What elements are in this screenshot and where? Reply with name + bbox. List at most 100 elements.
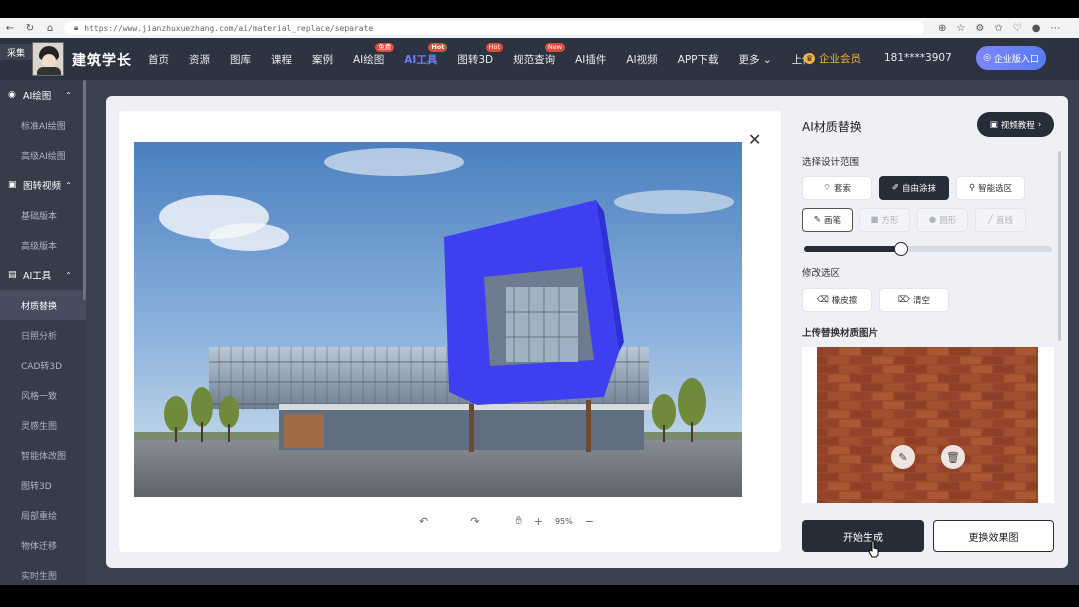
extension-icon[interactable]: ⚙ xyxy=(975,23,984,34)
palette-icon: ◉ xyxy=(8,90,16,100)
square-icon: ■ xyxy=(870,215,879,225)
video-tutorial-label: 视频教程 xyxy=(1000,120,1035,131)
scope-row-btn-2[interactable]: ⚲ 智能选区 xyxy=(956,176,1025,200)
sidebar-item[interactable]: 标准AI绘图 xyxy=(0,110,86,140)
panel-scrollbar[interactable] xyxy=(1058,151,1061,341)
button-label: 自由涂抹 xyxy=(902,184,937,194)
scope-label: 选择设计范围 xyxy=(802,157,860,168)
nav-item-4[interactable]: 案例 xyxy=(312,52,333,67)
nav-item-label: 图库 xyxy=(230,53,251,66)
sidebar-group-1[interactable]: ▣ 图转视频 ⌃ xyxy=(0,170,86,200)
sidebar-item[interactable]: 图转3D xyxy=(0,470,86,500)
hand-icon[interactable]: ✋︎ xyxy=(515,514,521,528)
enterprise-button[interactable]: ◎ 企业版入口 xyxy=(976,46,1046,70)
nav-item-5[interactable]: AI绘图 免费 xyxy=(353,42,395,67)
star-icon[interactable]: ☆ xyxy=(956,23,965,34)
nav-item-12[interactable]: 更多 ⌄ xyxy=(739,52,772,67)
close-icon[interactable]: ✕ xyxy=(748,130,761,149)
sidebar-item[interactable]: 局部重绘 xyxy=(0,500,86,530)
sidebar-item[interactable]: 风格一致 xyxy=(0,380,86,410)
sidebar-item[interactable]: 灵感生图 xyxy=(0,410,86,440)
nav-item-2[interactable]: 图库 xyxy=(230,52,251,67)
tool-card: ✕ ↶ ↷ ✋︎ + 95% − AI材质替换 ▣ 视频教程 › 选择设计范围 … xyxy=(106,96,1068,568)
generate-button[interactable]: 开始生成 xyxy=(802,520,924,552)
nav-item-9[interactable]: AI插件 xyxy=(575,52,606,67)
zoom-out-icon[interactable]: − xyxy=(585,515,594,528)
nav-item-10[interactable]: AI视频 xyxy=(626,52,657,67)
nav-item-7[interactable]: 图转3D Hot xyxy=(457,42,504,67)
texture-preview[interactable]: ✎ 🗑︎ xyxy=(802,347,1054,503)
zoom-icon[interactable]: ⊕ xyxy=(938,23,946,34)
top-nav: 首页 资源 图库 课程 案例 AI绘图 免费 AI工具 Hot 图转3D Hot 规范查询 New AI插… xyxy=(148,38,833,80)
nav-item-8[interactable]: 规范查询 New xyxy=(513,42,566,67)
sidebar-item[interactable]: 智能体改图 xyxy=(0,440,86,470)
sidebar-item[interactable]: 实时生图 xyxy=(0,560,86,585)
nav-item-11[interactable]: APP下载 xyxy=(678,52,719,67)
trash-icon[interactable]: 🗑︎ xyxy=(941,445,965,469)
sidebar-item[interactable]: 基础版本 xyxy=(0,200,86,230)
nav-item-label: 课程 xyxy=(271,53,292,66)
enterprise-icon: ◎ xyxy=(983,53,991,63)
brand-logo[interactable]: 建筑学长 xyxy=(72,50,132,70)
nav-item-6[interactable]: AI工具 Hot xyxy=(404,42,448,67)
scope-row-btn-1[interactable]: ✐ 自由涂抹 xyxy=(879,176,949,200)
nav-item-label: 图转3D xyxy=(457,53,494,66)
nav-item-1[interactable]: 资源 xyxy=(189,52,210,67)
redo-icon[interactable]: ↷ xyxy=(470,515,479,528)
nav-item-0[interactable]: 首页 xyxy=(148,52,169,67)
scope-row-btn-0[interactable]: ⌔ 套索 xyxy=(802,176,872,200)
brush-row-btn-2[interactable]: ● 圆形 xyxy=(917,208,968,232)
modify-row-btn-1[interactable]: ⌦ 清空 xyxy=(879,288,949,312)
member-link[interactable]: ♛ 企业会员 xyxy=(804,51,861,66)
sidebar-item[interactable]: 日照分析 xyxy=(0,320,86,350)
nav-badge: Hot xyxy=(485,42,504,52)
shield-icon[interactable]: ♡ xyxy=(1013,23,1022,34)
refresh-icon[interactable]: ↻ xyxy=(24,23,36,34)
brush-size-slider[interactable] xyxy=(804,242,1052,256)
avatar[interactable] xyxy=(32,42,64,76)
sidebar-item[interactable]: 高级AI绘图 xyxy=(0,140,86,170)
sidebar-item[interactable]: 物体迁移 xyxy=(0,530,86,560)
undo-icon[interactable]: ↶ xyxy=(419,515,428,528)
video-tutorial-button[interactable]: ▣ 视频教程 › xyxy=(977,112,1054,137)
site-header: 采集 建筑学长 首页 资源 图库 课程 案例 AI绘图 免费 AI工具 Hot 图转3D Hot 规范… xyxy=(0,38,1079,80)
hand-cursor-icon xyxy=(868,540,879,558)
home-icon[interactable]: ⌂ xyxy=(44,23,56,34)
swap-render-button[interactable]: 更换效果图 xyxy=(933,520,1054,552)
nav-item-label: AI视频 xyxy=(626,53,658,66)
back-icon[interactable]: ← xyxy=(4,23,16,34)
nav-item-label: 首页 xyxy=(148,53,169,66)
sidebar-item[interactable]: CAD转3D xyxy=(0,350,86,380)
brush-row-btn-3[interactable]: ╱ 直线 xyxy=(975,208,1026,232)
sidebar-item[interactable]: 高级版本 xyxy=(0,230,86,260)
favorites-icon[interactable]: ✩ xyxy=(994,23,1002,34)
profile-icon[interactable]: ● xyxy=(1032,23,1041,34)
nav-item-label: 案例 xyxy=(312,53,333,66)
modify-row-btn-0[interactable]: ⌫ 橡皮擦 xyxy=(802,288,872,312)
brush-row-btn-0[interactable]: ✎ 画笔 xyxy=(802,208,853,232)
zoom-in-icon[interactable]: + xyxy=(534,515,543,528)
button-label: 直线 xyxy=(996,216,1014,226)
sidebar-group-0[interactable]: ◉ AI绘图 ⌃ xyxy=(0,80,86,110)
url-text: https://www.jianzhuxuezhang.com/ai/mater… xyxy=(84,23,374,33)
member-label: 企业会员 xyxy=(819,53,861,65)
edit-icon[interactable]: ✎ xyxy=(891,445,915,469)
canvas-toolbar: ↶ ↷ ✋︎ + 95% − xyxy=(419,514,594,528)
button-label: 智能选区 xyxy=(978,184,1013,194)
settings-panel: AI材质替换 ▣ 视频教程 › 选择设计范围 ⌔ 套索 ✐ 自由涂抹 ⚲ 智能选区 ✎ 画笔… xyxy=(796,111,1061,554)
nav-item-label: AI工具 xyxy=(404,53,438,66)
eraser-icon: ⌫ xyxy=(816,295,829,305)
render-image[interactable] xyxy=(134,142,742,497)
slider-knob[interactable] xyxy=(893,242,908,256)
collect-button[interactable]: 采集 xyxy=(0,44,32,60)
toolbox-icon: ▤ xyxy=(8,270,17,280)
user-phone[interactable]: 181****3907 xyxy=(884,52,952,64)
sidebar-group-2[interactable]: ▤ AI工具 ⌃ xyxy=(0,260,86,290)
brush-row-btn-1[interactable]: ■ 方形 xyxy=(859,208,910,232)
nav-item-3[interactable]: 课程 xyxy=(271,52,292,67)
more-icon[interactable]: ⋯ xyxy=(1050,23,1060,34)
sidebar-item[interactable]: 材质替换 xyxy=(0,290,86,320)
address-bar[interactable]: 🔒︎ https://www.jianzhuxuezhang.com/ai/ma… xyxy=(64,21,924,35)
chevron-up-icon: ⌃ xyxy=(65,90,72,100)
button-label: 方形 xyxy=(881,216,899,226)
